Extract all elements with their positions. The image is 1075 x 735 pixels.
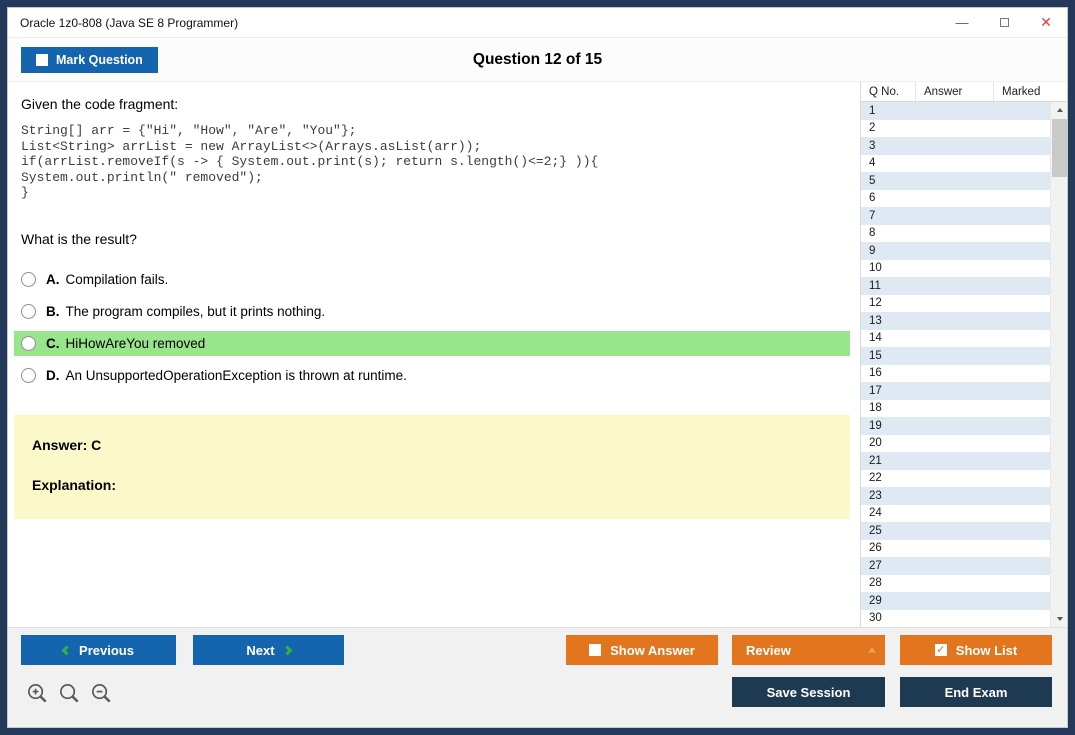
scrollbar[interactable] (1050, 102, 1067, 627)
explanation-label: Explanation: (32, 476, 117, 493)
zoom-out-icon[interactable] (90, 682, 113, 705)
content-area: Given the code fragment: String[] arr = … (8, 82, 1067, 627)
answer-box: Answer: C Explanation: (14, 414, 850, 519)
toolbar: Question 12 of 15 Mark Question (8, 38, 1067, 82)
checkbox-icon (36, 54, 48, 66)
app-window: Oracle 1z0-808 (Java SE 8 Programmer) — … (7, 7, 1068, 728)
next-button[interactable]: Next (193, 635, 344, 665)
review-button[interactable]: Review (732, 635, 885, 665)
question-list-row[interactable]: 26 (861, 539, 1050, 557)
code-block: String[] arr = {"Hi", "How", "Are", "You… (21, 123, 599, 200)
answer-option-a[interactable]: A. Compilation fails. (14, 267, 850, 292)
question-list-row[interactable]: 24 (861, 504, 1050, 522)
zoom-tools (26, 682, 113, 705)
question-list-row[interactable]: 9 (861, 242, 1050, 260)
answer-option-b[interactable]: B. The program compiles, but it prints no… (14, 299, 850, 324)
zoom-in-icon[interactable] (26, 682, 49, 705)
answer-option-c[interactable]: C. HiHowAreYou removed (14, 330, 850, 356)
question-list-row[interactable]: 6 (861, 189, 1050, 207)
question-list-header: Q No. Answer Marked (861, 82, 1067, 102)
question-list-row[interactable]: 12 (861, 294, 1050, 312)
maximize-icon (999, 18, 1009, 27)
options-list: A. Compilation fails. B. The program compil… (14, 267, 850, 388)
question-list-row[interactable]: 29 (861, 592, 1050, 610)
radio-icon[interactable] (21, 303, 36, 319)
titlebar: Oracle 1z0-808 (Java SE 8 Programmer) — … (8, 8, 1067, 38)
question-list-rows: 1 2 3 4 5 6 7 8 9 10 11 12 13 14 15 16 17 18 19 20 21 22 23 24 2… (861, 102, 1050, 627)
show-answer-button[interactable]: Show Answer (566, 635, 718, 665)
question-list-viewport: 1 2 3 4 5 6 7 8 9 10 11 12 13 14 15 16 17 18 19 20 21 22 23 24 2… (861, 102, 1067, 627)
question-list-row[interactable]: 14 (861, 329, 1050, 347)
question-list-row[interactable]: 18 (861, 399, 1050, 417)
question-list-row[interactable]: 1 (861, 102, 1050, 120)
app-frame: Oracle 1z0-808 (Java SE 8 Programmer) — … (0, 0, 1075, 735)
question-list-row[interactable]: 4 (861, 154, 1050, 172)
scroll-down-icon[interactable] (1051, 611, 1067, 627)
scroll-up-icon[interactable] (1051, 102, 1067, 118)
question-list-row[interactable]: 11 (861, 277, 1050, 295)
show-answer-label: Show Answer (610, 642, 695, 658)
previous-button[interactable]: Previous (21, 635, 176, 665)
question-list-row[interactable]: 23 (861, 487, 1050, 505)
close-button[interactable]: ✕ (1025, 8, 1067, 37)
zoom-reset-icon[interactable] (58, 682, 81, 705)
chevron-left-icon (61, 645, 72, 655)
minimize-button[interactable]: — (941, 8, 983, 37)
question-list-row[interactable]: 28 (861, 574, 1050, 592)
mark-question-button[interactable]: Mark Question (21, 47, 158, 73)
question-list-panel: Q No. Answer Marked 1 2 3 4 5 6 7 8 9 10 11 12 13 14 1… (860, 82, 1067, 627)
question-prompt: Given the code fragment: (21, 96, 179, 112)
chevron-right-icon (282, 645, 293, 655)
answer-label: Answer: C (32, 436, 102, 453)
save-session-label: Save Session (766, 684, 851, 700)
question-list-row[interactable]: 15 (861, 347, 1050, 365)
column-marked: Marked (1002, 85, 1041, 98)
question-list-row[interactable]: 16 (861, 364, 1050, 382)
scrollbar-thumb[interactable] (1052, 119, 1067, 177)
question-list-row[interactable]: 20 (861, 434, 1050, 452)
checkbox-checked-icon: ✓ (934, 643, 947, 656)
radio-icon[interactable] (21, 271, 36, 287)
mark-question-label: Mark Question (56, 53, 143, 67)
window-controls: — ✕ (941, 8, 1067, 37)
question-list-row[interactable]: 7 (861, 207, 1050, 225)
review-caret-icon (868, 647, 876, 653)
question-list-row[interactable]: 10 (861, 259, 1050, 277)
end-exam-button[interactable]: End Exam (900, 677, 1052, 707)
footer-bar: Previous Next Show Answer Review ✓ Show … (8, 627, 1067, 727)
question-panel: Given the code fragment: String[] arr = … (8, 82, 860, 627)
review-label: Review (746, 642, 791, 658)
question-list-row[interactable]: 5 (861, 172, 1050, 190)
radio-icon[interactable] (21, 367, 36, 383)
previous-label: Previous (79, 642, 134, 658)
next-label: Next (246, 642, 275, 658)
question-list-row[interactable]: 22 (861, 469, 1050, 487)
maximize-button[interactable] (983, 8, 1025, 37)
answer-option-d[interactable]: D. An UnsupportedOperationException is th… (14, 363, 850, 388)
question-list-row[interactable]: 17 (861, 382, 1050, 400)
checkbox-icon (589, 644, 602, 656)
question-text: What is the result? (21, 230, 137, 247)
question-list-row[interactable]: 8 (861, 224, 1050, 242)
show-list-button[interactable]: ✓ Show List (900, 635, 1052, 665)
save-session-button[interactable]: Save Session (732, 677, 885, 707)
window-title: Oracle 1z0-808 (Java SE 8 Programmer) (20, 15, 239, 30)
end-exam-label: End Exam (944, 684, 1008, 700)
question-list-row[interactable]: 13 (861, 312, 1050, 330)
question-counter: Question 12 of 15 (472, 50, 603, 68)
column-answer: Answer (916, 82, 994, 101)
show-list-label: Show List (955, 642, 1018, 658)
question-list-row[interactable]: 2 (861, 119, 1050, 137)
question-list-row[interactable]: 3 (861, 137, 1050, 155)
question-list-row[interactable]: 25 (861, 522, 1050, 540)
question-list-row[interactable]: 27 (861, 557, 1050, 575)
radio-icon[interactable] (21, 335, 36, 351)
column-qno: Q No. (861, 82, 916, 101)
question-list-row[interactable]: 19 (861, 417, 1050, 435)
question-list-row[interactable]: 30 (861, 609, 1050, 627)
question-list-row[interactable]: 21 (861, 452, 1050, 470)
